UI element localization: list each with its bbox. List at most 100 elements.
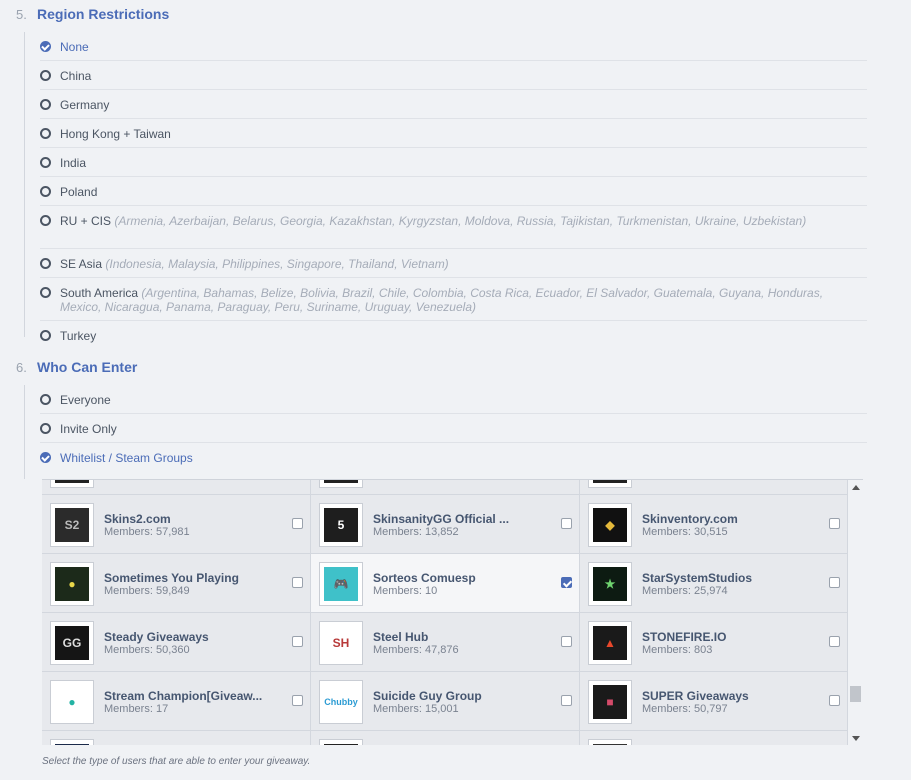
radio-checked-icon[interactable] <box>40 41 51 52</box>
group-avatar: ▲ <box>588 621 632 665</box>
group-item[interactable] <box>580 731 848 745</box>
checkbox-icon[interactable] <box>829 695 840 706</box>
option-name: Invite Only <box>60 422 117 436</box>
group-members: Members: 57,981 <box>104 526 190 538</box>
region-option[interactable]: Hong Kong + Taiwan <box>40 119 867 148</box>
dark-partial-icon <box>324 744 358 745</box>
entry-option[interactable]: Invite Only <box>40 414 867 443</box>
radio-icon[interactable] <box>40 157 51 168</box>
checkbox-icon[interactable] <box>829 636 840 647</box>
section-title: Who Can Enter <box>37 359 138 375</box>
group-avatar <box>50 480 94 488</box>
radio-icon[interactable] <box>40 128 51 139</box>
group-item[interactable]: ★ StarSystemStudios Members: 25,974 <box>580 554 848 613</box>
radio-icon[interactable] <box>40 330 51 341</box>
radio-icon[interactable] <box>40 70 51 81</box>
group-avatar <box>319 480 363 488</box>
checkbox-icon[interactable] <box>292 577 303 588</box>
region-option[interactable]: China <box>40 61 867 90</box>
group-item[interactable] <box>580 480 848 495</box>
group-item[interactable]: ◆ Skinventory.com Members: 30,515 <box>580 495 848 554</box>
steam-groups-list[interactable]: S2 Skins2.com Members: 57,981 5 SkinsanityGG… <box>42 479 863 745</box>
radio-icon[interactable] <box>40 394 51 405</box>
region-option[interactable]: South America (Argentina, Bahamas, Beliz… <box>40 278 867 321</box>
group-item[interactable] <box>42 480 311 495</box>
group-grid: S2 Skins2.com Members: 57,981 5 SkinsanityGG… <box>42 480 848 745</box>
option-name: SE Asia <box>60 257 103 271</box>
help-text: Select the type of users that are able t… <box>42 756 311 767</box>
chubby-logo-icon: Chubby <box>324 685 358 719</box>
radio-icon[interactable] <box>40 423 51 434</box>
checkbox-icon[interactable] <box>829 518 840 529</box>
skinventory-logo-icon: ◆ <box>593 508 627 542</box>
region-option[interactable]: SE Asia (Indonesia, Malaysia, Philippine… <box>40 249 867 278</box>
group-item[interactable]: GG Steady Giveaways Members: 50,360 <box>42 613 311 672</box>
radio-icon[interactable] <box>40 215 51 226</box>
group-members: Members: 50,360 <box>104 644 190 656</box>
region-section-header: 5. Region Restrictions <box>16 6 169 26</box>
option-countries: (Armenia, Azerbaijan, Belarus, Georgia, … <box>114 214 807 228</box>
group-members: Members: 30,515 <box>642 526 728 538</box>
group-item[interactable]: SH Steel Hub Members: 47,876 <box>311 613 580 672</box>
group-name: Steel Hub <box>373 630 429 644</box>
scroll-down-arrow-icon[interactable] <box>852 736 860 741</box>
checkbox-icon[interactable] <box>561 518 572 529</box>
dark-partial-icon <box>324 480 358 483</box>
option-name: China <box>60 69 92 83</box>
group-name: Stream Champion[Giveaw... <box>104 689 263 703</box>
scroll-up-arrow-icon[interactable] <box>852 485 860 490</box>
checkbox-icon[interactable] <box>829 577 840 588</box>
checkbox-icon[interactable] <box>561 636 572 647</box>
group-item[interactable] <box>311 480 580 495</box>
group-item[interactable]: S2 Skins2.com Members: 57,981 <box>42 495 311 554</box>
scroll-thumb[interactable] <box>850 686 861 702</box>
region-option[interactable]: None <box>40 32 867 61</box>
region-option[interactable]: Germany <box>40 90 867 119</box>
checkbox-icon[interactable] <box>292 695 303 706</box>
group-item[interactable] <box>42 731 311 745</box>
group-avatar: 5 <box>319 503 363 547</box>
option-name: Hong Kong + Taiwan <box>60 127 171 141</box>
checkbox-icon[interactable] <box>292 518 303 529</box>
region-option[interactable]: India <box>40 148 867 177</box>
groups-scrollbar[interactable] <box>848 480 863 745</box>
region-option[interactable]: RU + CIS (Armenia, Azerbaijan, Belarus, … <box>40 206 867 249</box>
option-label: Germany <box>60 98 109 112</box>
group-item[interactable]: 5 SkinsanityGG Official ... Members: 13,85… <box>311 495 580 554</box>
radio-checked-icon[interactable] <box>40 452 51 463</box>
entry-option[interactable]: Whitelist / Steam Groups <box>40 443 867 472</box>
checkbox-icon[interactable] <box>292 636 303 647</box>
option-name: RU + CIS <box>60 214 112 228</box>
option-name: South America <box>60 286 139 300</box>
group-name: Suicide Guy Group <box>373 689 482 703</box>
group-avatar: S2 <box>50 503 94 547</box>
group-name: STONEFIRE.IO <box>642 630 727 644</box>
option-name: Turkey <box>60 329 97 343</box>
group-item[interactable] <box>311 731 580 745</box>
group-item[interactable]: ● Sometimes You Playing Members: 59,849 <box>42 554 311 613</box>
sh-logo-icon: SH <box>324 626 358 660</box>
checkbox-checked-icon[interactable] <box>561 577 572 588</box>
region-option[interactable]: Poland <box>40 177 867 206</box>
starsystem-logo-icon: ★ <box>593 567 627 601</box>
group-item[interactable]: ● Stream Champion[Giveaw... Members: 17 <box>42 672 311 731</box>
radio-icon[interactable] <box>40 99 51 110</box>
group-name: Skinventory.com <box>642 512 738 526</box>
option-label: China <box>60 69 91 83</box>
region-option[interactable]: Turkey <box>40 321 867 350</box>
group-item[interactable]: ▲ STONEFIRE.IO Members: 803 <box>580 613 848 672</box>
skins2-logo-icon: S2 <box>55 508 89 542</box>
group-name: Skins2.com <box>104 512 171 526</box>
group-item[interactable]: Chubby Suicide Guy Group Members: 15,001 <box>311 672 580 731</box>
group-item[interactable]: 🎮 Sorteos Comuesp Members: 10 <box>311 554 580 613</box>
option-label: South America (Argentina, Bahamas, Beliz… <box>60 286 867 314</box>
group-item[interactable]: ■ SUPER Giveaways Members: 50,797 <box>580 672 848 731</box>
option-countries: (Argentina, Bahamas, Belize, Bolivia, Br… <box>60 286 824 314</box>
group-members: Members: 13,852 <box>373 526 459 538</box>
checkbox-icon[interactable] <box>561 695 572 706</box>
radio-icon[interactable] <box>40 186 51 197</box>
radio-icon[interactable] <box>40 258 51 269</box>
radio-icon[interactable] <box>40 287 51 298</box>
entry-option[interactable]: Everyone <box>40 385 867 414</box>
group-avatar: 🎮 <box>319 562 363 606</box>
